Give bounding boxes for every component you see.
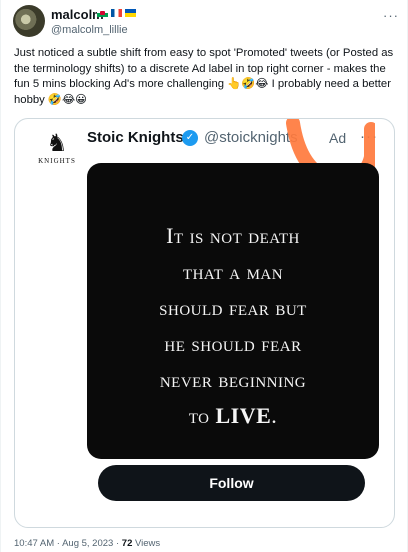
tweet-meta: 10:47 AM · Aug 5, 2023 · 72 Views [14,538,160,549]
more-options-button[interactable]: ··· [383,8,399,23]
ukraine-flag-icon [125,9,136,18]
wales-flag-icon [97,9,108,18]
quote-image[interactable]: It is not death that a man should fear b… [87,163,379,459]
meta-separator: · [56,538,60,549]
logo-word: KNIGHTS [38,157,76,165]
quote-line: It is not death [166,223,300,248]
views-count: 72 [121,538,133,549]
meta-separator: · [115,538,120,549]
author-name[interactable]: malcolm [51,7,104,22]
verified-badge-icon: ✓ [182,130,198,146]
tweet-time[interactable]: 10:47 AM [14,538,54,549]
author-flags [97,7,139,19]
advertiser-name[interactable]: Stoic Knights [87,129,184,146]
author-handle[interactable]: @malcolm_lillie [51,24,128,36]
follow-button[interactable]: Follow [98,465,365,501]
knight-chess-icon: ♞ [46,130,68,157]
tweet-text: Just noticed a subtle shift from easy to… [14,47,394,106]
quote-line: to LIVE. [87,403,379,429]
quote-line-prefix: to [188,403,216,428]
quote-line: should fear but [159,295,307,320]
views-label: Views [135,538,161,549]
quote-line-suffix: . [271,403,278,428]
knights-logo[interactable]: ♞ KNIGHTS [35,131,79,177]
quote-line: that a man [182,259,284,284]
tweet-date[interactable]: Aug 5, 2023 [62,538,113,549]
avatar[interactable] [13,5,45,37]
ad-card[interactable]: ♞ KNIGHTS Stoic Knights ✓ @stoicknights … [14,118,395,528]
france-flag-icon [111,9,122,18]
quote-line: never beginning [159,367,307,392]
quote-emphasis: LIVE [215,403,272,428]
tweet: malcolm @malcolm_lillie ··· Just noticed… [0,0,408,552]
quote-line: he should fear [164,331,302,356]
